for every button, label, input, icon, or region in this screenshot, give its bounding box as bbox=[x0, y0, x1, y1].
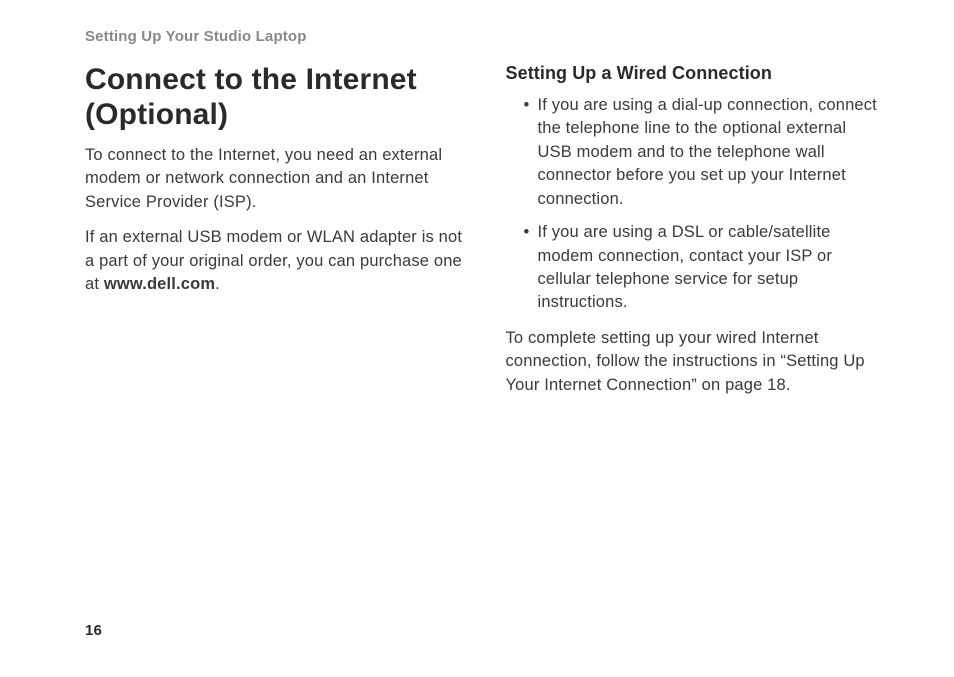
intro-paragraph-2: If an external USB modem or WLAN adapter… bbox=[85, 226, 464, 296]
bullet-list: If you are using a dial-up connection, c… bbox=[524, 94, 885, 315]
dell-url: www.dell.com bbox=[104, 275, 215, 293]
para2-post-text: . bbox=[215, 275, 220, 293]
two-column-layout: Connect to the Internet (Optional) To co… bbox=[85, 63, 884, 409]
main-heading: Connect to the Internet (Optional) bbox=[85, 63, 464, 132]
intro-paragraph-1: To connect to the Internet, you need an … bbox=[85, 144, 464, 214]
list-item: If you are using a dial-up connection, c… bbox=[524, 94, 885, 211]
right-column: Setting Up a Wired Connection If you are… bbox=[506, 63, 885, 409]
left-column: Connect to the Internet (Optional) To co… bbox=[85, 63, 464, 409]
page-header: Setting Up Your Studio Laptop bbox=[85, 28, 884, 45]
page-number: 16 bbox=[85, 622, 102, 639]
list-item: If you are using a DSL or cable/satellit… bbox=[524, 221, 885, 315]
closing-paragraph: To complete setting up your wired Intern… bbox=[506, 327, 885, 397]
sub-heading: Setting Up a Wired Connection bbox=[506, 63, 885, 84]
